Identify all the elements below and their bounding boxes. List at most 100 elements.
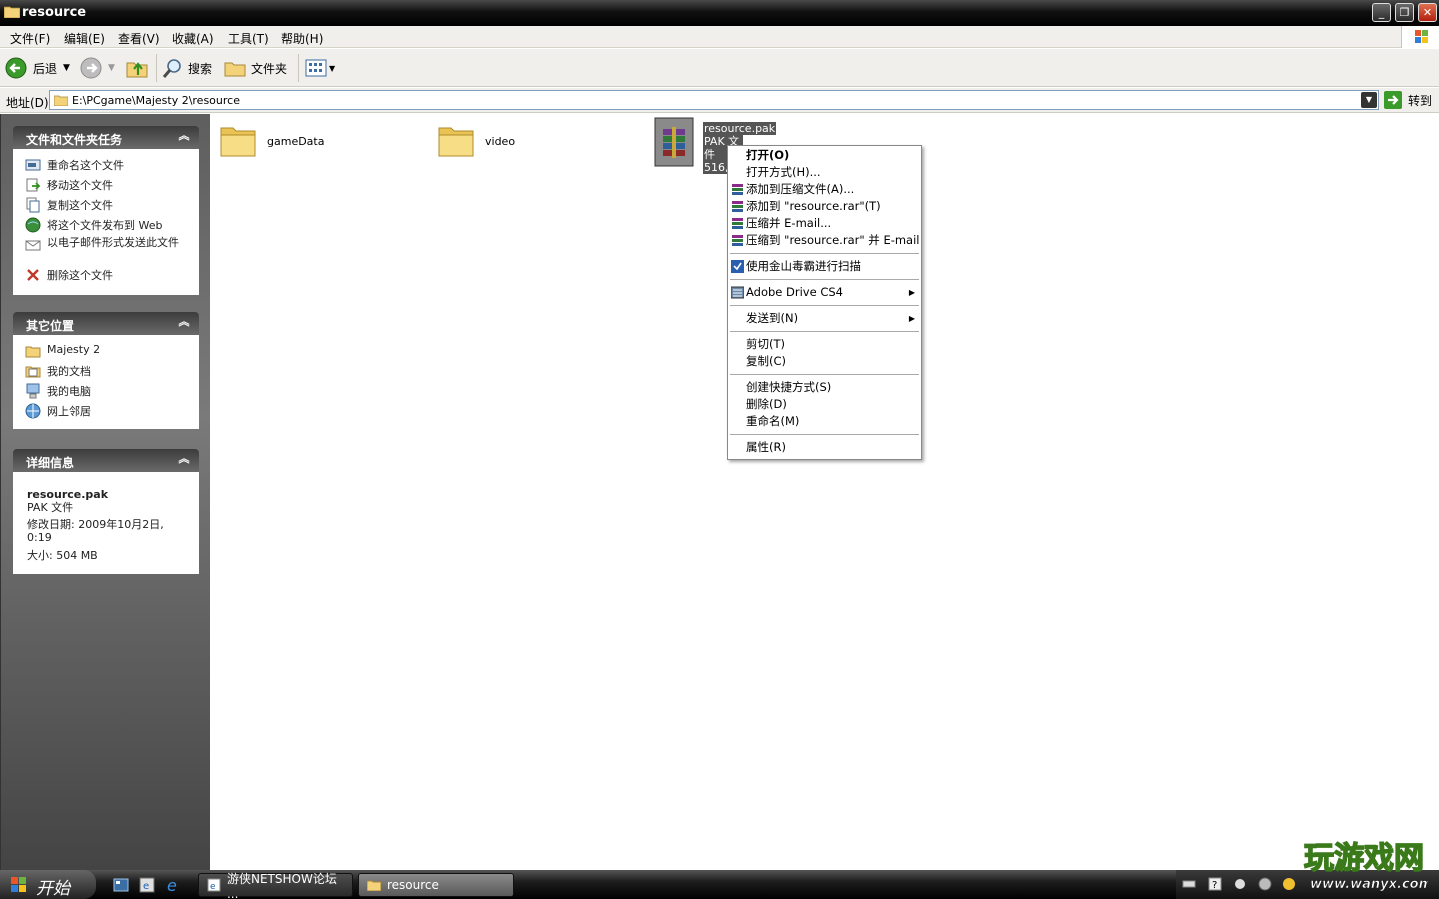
menu-view[interactable]: 查看(V) [118, 30, 160, 47]
close-button[interactable]: ✕ [1418, 3, 1437, 22]
menu-cut[interactable]: 剪切(T) [728, 336, 921, 353]
menu-open[interactable]: 打开(O) [728, 147, 921, 164]
taskbar-item-netshow[interactable]: e 游侠NETSHOW论坛 ... [198, 872, 353, 899]
menu-help[interactable]: 帮助(H) [281, 30, 323, 47]
folder-icon [438, 127, 474, 157]
restore-button[interactable]: ❐ [1395, 3, 1414, 22]
web-publish-icon [25, 217, 41, 233]
views-icon [305, 59, 327, 77]
folders-label: 文件夹 [251, 61, 288, 76]
place-majesty2[interactable]: Majesty 2 [25, 343, 199, 363]
winrar-icon [732, 201, 743, 212]
menu-rename[interactable]: 重命名(M) [728, 413, 921, 430]
go-arrow-icon [1384, 91, 1402, 109]
details-modified: 修改日期: 2009年10月2日, 0:19 [27, 518, 164, 544]
forward-button[interactable]: ▼ [80, 55, 115, 81]
start-button[interactable]: 开始 [0, 870, 96, 899]
menu-delete[interactable]: 删除(D) [728, 396, 921, 413]
file-size: 516, [703, 161, 729, 174]
place-network[interactable]: 网上邻居 [25, 403, 199, 423]
help-icon[interactable]: ? [1208, 877, 1222, 891]
details-size: 大小: 504 MB [27, 549, 98, 562]
menu-add-to-rar[interactable]: 添加到 "resource.rar"(T) [728, 198, 921, 215]
menu-properties[interactable]: 属性(R) [728, 439, 921, 456]
menu-favorites[interactable]: 收藏(A) [172, 30, 214, 47]
browser-icon[interactable]: e [139, 877, 155, 893]
chevron-down-icon[interactable]: ▼ [329, 64, 335, 73]
file-item-resource-pak[interactable] [654, 117, 694, 167]
collapse-chevron-icon[interactable]: ︽ [176, 130, 192, 144]
up-folder-icon [126, 62, 148, 78]
internet-explorer-icon[interactable]: e [166, 877, 182, 893]
task-delete[interactable]: 删除这个文件 [25, 267, 199, 287]
menu-copy[interactable]: 复制(C) [728, 353, 921, 370]
task-rename[interactable]: 重命名这个文件 [25, 157, 199, 177]
place-my-computer[interactable]: 我的电脑 [25, 383, 199, 403]
collapse-chevron-icon[interactable]: ︽ [176, 316, 192, 330]
search-button[interactable]: 搜索 [162, 55, 212, 81]
keyboard-icon[interactable] [1182, 877, 1196, 891]
chevron-down-icon[interactable]: ▼ [108, 63, 115, 73]
folders-button[interactable]: 文件夹 [224, 55, 287, 81]
panel-header[interactable]: 文件和文件夹任务 ︽ [13, 126, 199, 149]
details-type: PAK 文件 [27, 501, 74, 514]
windows-logo-icon [11, 877, 26, 892]
menu-virus-scan[interactable]: 使用金山毒霸进行扫描 [728, 258, 921, 275]
menu-compress-email[interactable]: 压缩并 E-mail... [728, 215, 921, 232]
panel-header[interactable]: 详细信息 ︽ [13, 449, 199, 472]
task-copy[interactable]: 复制这个文件 [25, 197, 199, 217]
menu-edit[interactable]: 编辑(E) [64, 30, 105, 47]
up-folder-button[interactable] [125, 55, 149, 81]
go-label: 转到 [1408, 93, 1433, 108]
adobe-drive-icon [731, 286, 744, 299]
network-status-icon[interactable] [1258, 877, 1272, 891]
qq-icon[interactable] [1282, 877, 1296, 891]
menu-send-to[interactable]: 发送到(N) ▶ [728, 310, 921, 327]
go-button[interactable]: 转到 [1384, 91, 1432, 109]
panel-header[interactable]: 其它位置 ︽ [13, 312, 199, 335]
back-button[interactable]: 后退 ▼ [5, 55, 70, 81]
file-name: video [485, 134, 516, 148]
my-computer-icon [26, 383, 40, 399]
minimize-button[interactable]: _ [1372, 3, 1391, 22]
svg-text:?: ? [1212, 880, 1217, 891]
chevron-down-icon[interactable]: ▼ [63, 63, 70, 73]
menu-file[interactable]: 文件(F) [10, 30, 50, 47]
other-places-panel: 其它位置 ︽ Majesty 2 我的文档 我的电脑 网上邻居 [13, 312, 199, 429]
folder-icon [220, 127, 256, 157]
winrar-icon [732, 184, 743, 195]
move-icon [26, 178, 41, 192]
address-dropdown-button[interactable]: ▼ [1361, 92, 1377, 108]
address-input[interactable]: E:\PCgame\Majesty 2\resource ▼ [49, 90, 1379, 110]
my-documents-icon [25, 366, 41, 378]
collapse-chevron-icon[interactable]: ︽ [176, 453, 192, 467]
window-title: resource [22, 5, 87, 20]
taskbar-item-resource[interactable]: resource [358, 873, 514, 897]
menu-compress-rar-email[interactable]: 压缩到 "resource.rar" 并 E-mail [728, 232, 921, 249]
views-button[interactable]: ▼ [305, 55, 335, 81]
task-move[interactable]: 移动这个文件 [25, 177, 199, 197]
email-icon [25, 240, 41, 251]
file-item-video[interactable]: video [437, 124, 515, 158]
submenu-arrow-icon: ▶ [908, 288, 915, 297]
folder-icon [54, 95, 68, 106]
task-email[interactable]: 以电子邮件形式发送此文件 [25, 237, 199, 267]
menu-adobe-drive[interactable]: Adobe Drive CS4 ▶ [728, 284, 921, 301]
folders-icon [224, 62, 246, 77]
context-menu: 打开(O) 打开方式(H)... 添加到压缩文件(A)... 添加到 "reso… [727, 145, 922, 460]
browser-page-icon: e [207, 878, 221, 892]
title-bar: resource _ ❐ ✕ [0, 0, 1439, 26]
task-publish-web[interactable]: 将这个文件发布到 Web [25, 217, 199, 237]
ime-icon[interactable] [1233, 877, 1247, 891]
file-item-gamedata[interactable]: gameData [219, 124, 324, 158]
file-tasks-panel: 文件和文件夹任务 ︽ 重命名这个文件 移动这个文件 复制这个文件 将这个文件发布… [13, 126, 199, 295]
panel-title: 其它位置 [26, 319, 75, 333]
back-label: 后退 [33, 61, 58, 76]
menu-add-to-archive[interactable]: 添加到压缩文件(A)... [728, 181, 921, 198]
show-desktop-icon[interactable] [113, 877, 129, 893]
menu-open-with[interactable]: 打开方式(H)... [728, 164, 921, 181]
menu-bar: 文件(F) 编辑(E) 查看(V) 收藏(A) 工具(T) 帮助(H) [0, 26, 1439, 48]
place-my-documents[interactable]: 我的文档 [25, 363, 199, 383]
menu-create-shortcut[interactable]: 创建快捷方式(S) [728, 379, 921, 396]
menu-tools[interactable]: 工具(T) [228, 30, 269, 47]
